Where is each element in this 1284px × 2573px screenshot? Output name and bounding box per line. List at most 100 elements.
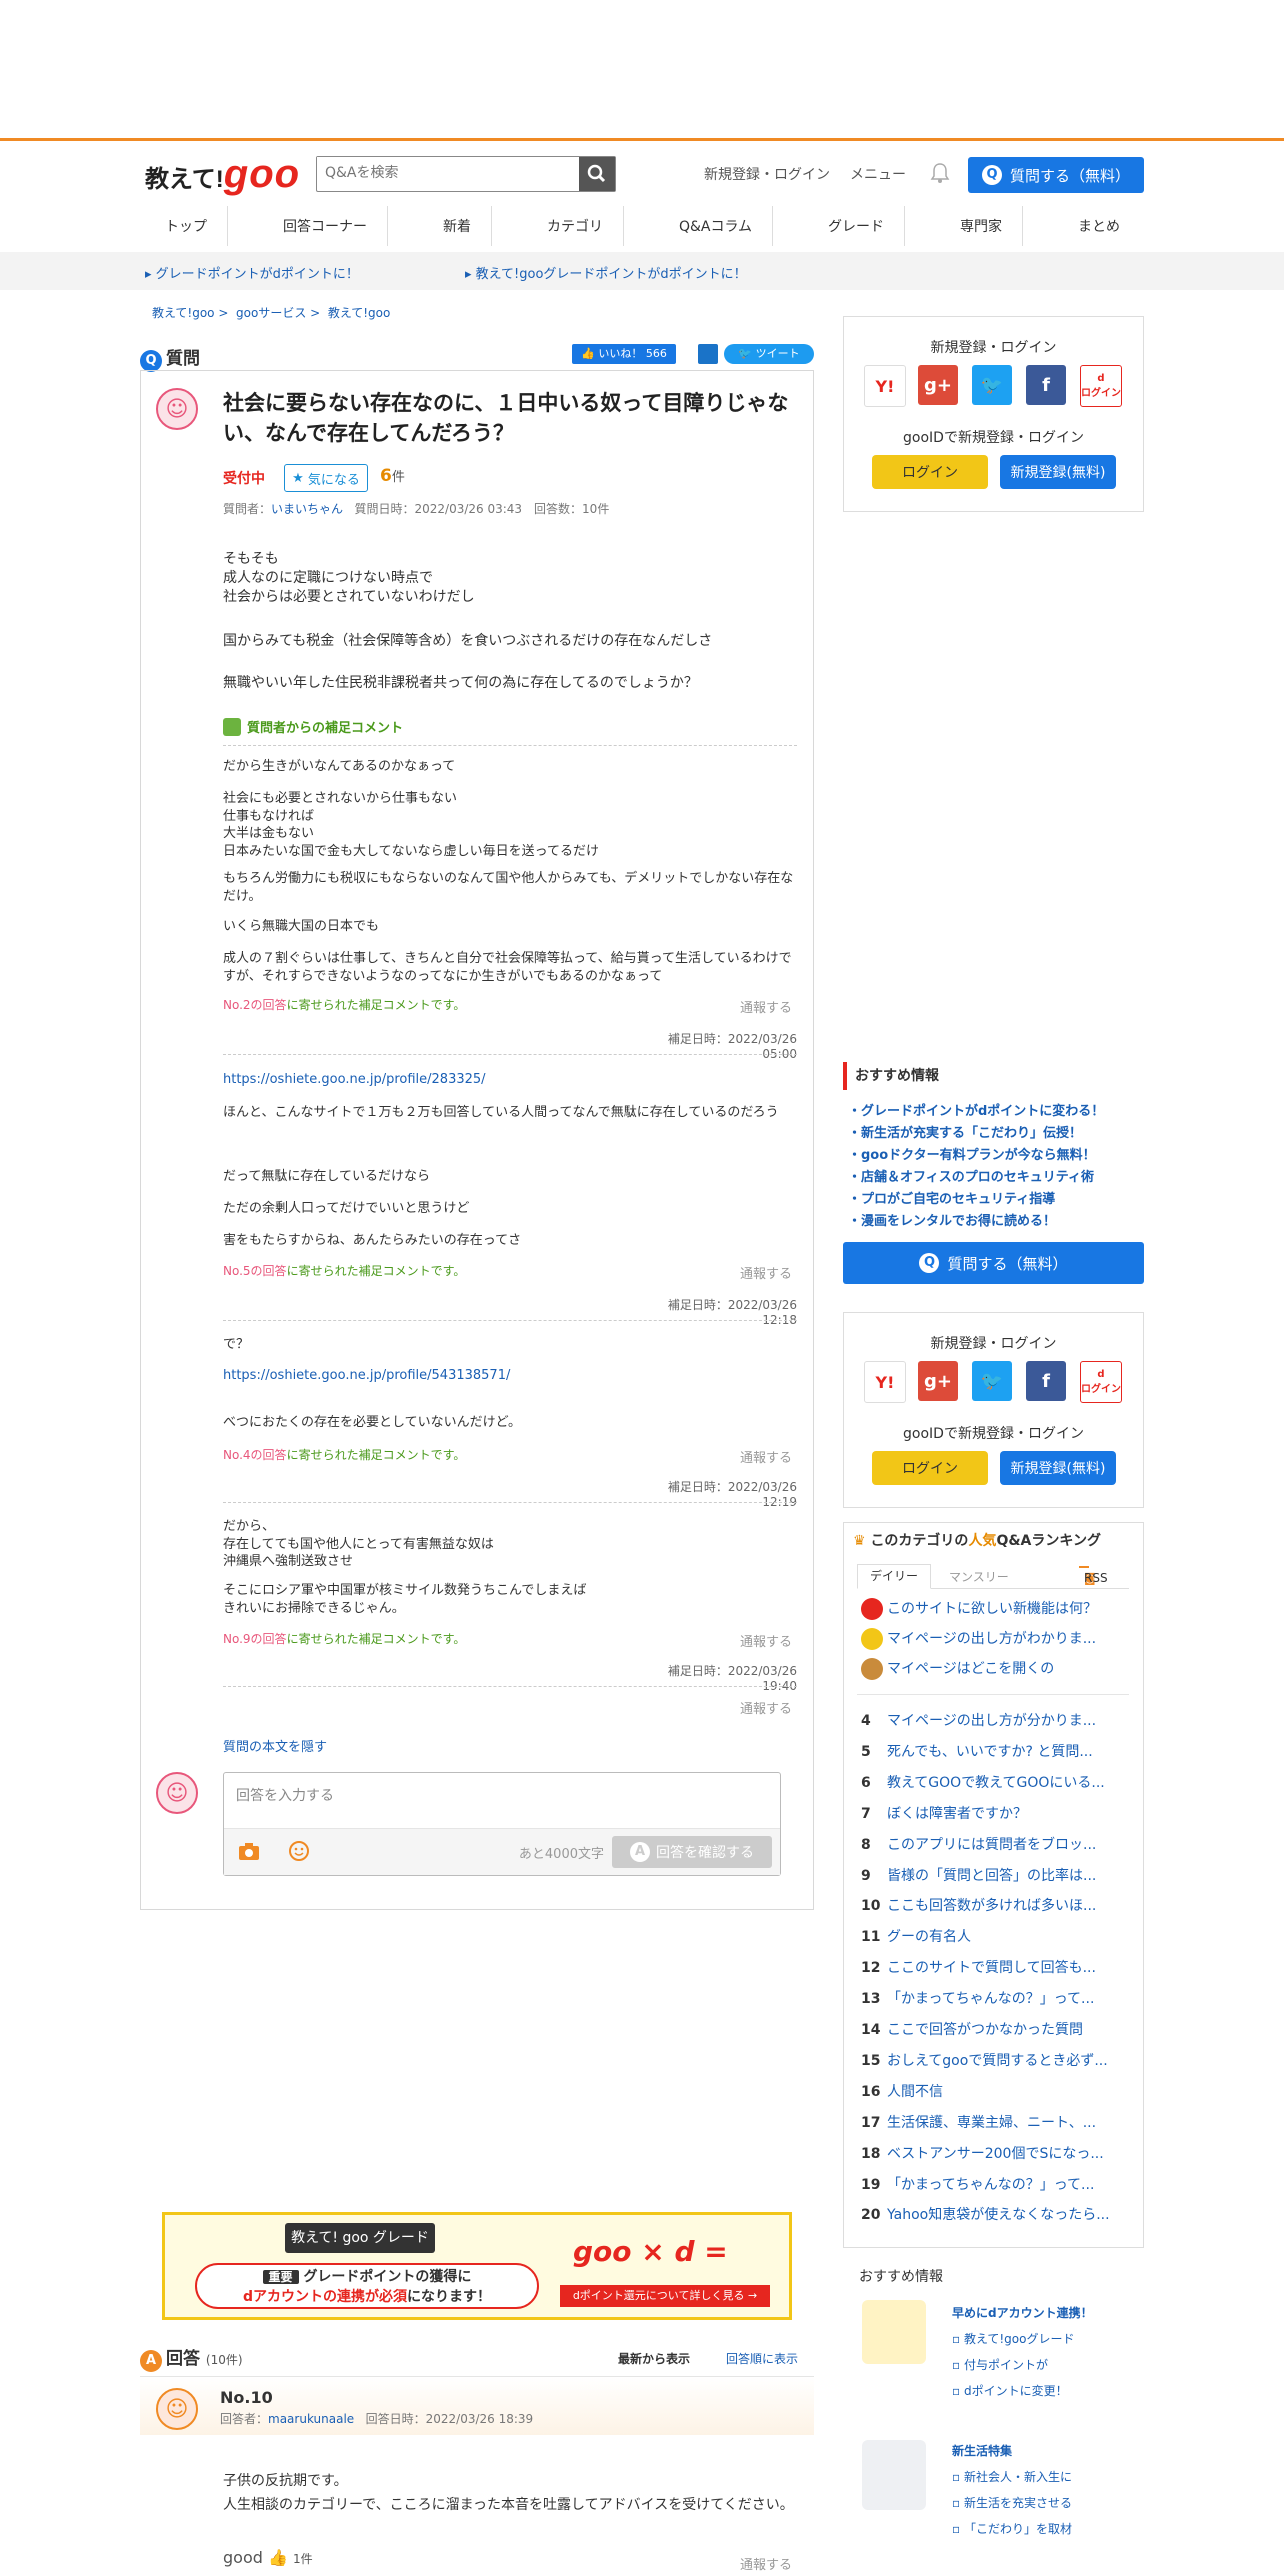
recommend-link[interactable]: ・漫画をレンタルでお得に読める！ [848,1210,1056,1229]
nav-category[interactable]: カテゴリ [527,206,624,246]
ranking-item[interactable]: 4 マイページの出し方が分かりま... [861,1710,1096,1730]
ranking-item[interactable]: 14 ここで回答がつかなかった質問 [861,2019,1083,2039]
bell-icon[interactable] [930,162,950,184]
ranking-item[interactable]: 13 「かまってちゃんなの？」って... [861,1988,1094,2008]
emoji-icon[interactable] [288,1840,310,1862]
ranking-item[interactable]: このサイトに欲しい新機能は何？ [861,1598,1097,1620]
good-button[interactable]: good 👍 1件 [223,2548,313,2567]
menu-link[interactable]: メニュー [850,164,906,184]
ranking-item[interactable]: 12 ここのサイトで質問して回答も... [861,1957,1096,1977]
register-login-link[interactable]: 新規登録・ログイン [704,164,830,184]
report-link[interactable]: 通報する [740,1447,792,1466]
search-input[interactable] [317,157,593,189]
recommend-link[interactable]: ・プロがご自宅のセキュリティ指導 [848,1188,1055,1207]
search-button[interactable] [579,157,615,191]
goo-logo[interactable]: 教えて!goo [145,152,300,197]
answer-ref-link[interactable]: No.9の回答 [223,1632,287,1646]
ranking-item[interactable]: 7 ぼくは障害者ですか？ [861,1803,1027,1823]
report-question-link[interactable]: 通報する [740,1698,792,1717]
answer-ref-link[interactable]: No.4の回答 [223,1448,287,1462]
hide-question-body-link[interactable]: 質問の本文を隠す [223,1736,327,1755]
ranking-item[interactable]: 16 人間不信 [861,2081,943,2101]
breadcrumb-item-oshiete-2[interactable]: 教えて!goo [328,306,391,320]
tab-monthly[interactable]: マンスリー [949,1568,1009,1585]
info-link-oshiete-grade[interactable]: ▸ 教えて!gooグレードポイントがdポイントに！ [465,263,747,282]
ranking-item[interactable]: 20 Yahoo知恵袋が使えなくなったら... [861,2204,1110,2224]
ranking-item[interactable]: 8 このアプリには質問者をブロッ... [861,1834,1096,1854]
nav-answer-corner[interactable]: 回答コーナー [263,206,388,246]
report-link[interactable]: 通報する [740,997,792,1016]
confirm-answer-button[interactable]: A 回答を確認する [612,1836,772,1868]
breadcrumb-item-oshiete[interactable]: 教えて!goo [152,306,215,320]
sort-oldest[interactable]: 回答順に表示 [726,2350,798,2367]
nav-grade[interactable]: グレード [808,206,906,246]
recommend-link[interactable]: ・グレードポイントがdポイントに変わる！ [848,1100,1104,1119]
ranking-item[interactable]: 15 おしえてgooで質問するとき必ず... [861,2050,1108,2070]
report-link[interactable]: 通報する [740,1631,792,1650]
favorite-button[interactable]: ★ 気になる [284,464,368,492]
facebook-like-button[interactable]: 👍 いいね！ 566 [572,344,676,364]
promo-a-item[interactable]: ▫ 付与ポイントが [952,2356,1048,2373]
twitter-login-icon[interactable]: 🐦 [972,1361,1012,1401]
facebook-login-icon[interactable]: f [1026,1361,1066,1401]
d-account-login-icon[interactable]: d ログイン [1080,1361,1122,1403]
new-life-promo-image[interactable] [862,2440,926,2510]
recommend-link[interactable]: ・新生活が充実する「こだわり」伝授！ [848,1122,1082,1141]
answer-ref-link[interactable]: No.5の回答 [223,1264,287,1278]
coin-promo-image[interactable] [862,2300,926,2364]
yahoo-login-icon[interactable]: Y! [864,365,906,407]
ranking-item[interactable]: 6 教えてGOOで教えてGOOにいる... [861,1772,1105,1792]
hatena-bookmark-icon[interactable] [698,344,718,364]
google-login-icon[interactable]: g+ [918,365,958,405]
ask-question-button[interactable]: Q 質問する（無料） [968,157,1144,193]
ranking-item[interactable]: 9 皆様の「質問と回答」の比率は... [861,1865,1096,1885]
recommend-link[interactable]: ・店舗＆オフィスのプロのセキュリティ術 [848,1166,1094,1185]
ranking-item[interactable]: 17 生活保護、専業主婦、ニート、... [861,2112,1096,2132]
answer-report-link[interactable]: 通報する [740,2554,792,2573]
nav-new[interactable]: 新着 [423,206,492,246]
profile-link[interactable]: https://oshiete.goo.ne.jp/profile/543138… [223,1368,510,1383]
login-button[interactable]: ログイン [872,455,988,489]
info-link-grade-dpoint[interactable]: ▸ グレードポイントがdポイントに！ [145,263,359,282]
google-login-icon[interactable]: g+ [918,1361,958,1401]
d-account-login-icon[interactable]: d ログイン [1080,365,1122,407]
grade-dpoint-banner[interactable]: 教えて! goo グレード 重要 グレードポイントの獲得に dアカウントの連携が… [162,2212,792,2320]
ranking-item[interactable]: 19 「かまってちゃんなの？」って... [861,2174,1094,2194]
recommend-link[interactable]: ・gooドクター有料プランが今なら無料！ [848,1144,1096,1163]
ranking-item[interactable]: マイページの出し方がわかりま... [861,1628,1096,1650]
ranking-item[interactable]: マイページはどこを開くの [861,1658,1054,1680]
tweet-button[interactable]: 🐦 ツイート [724,344,814,364]
sort-newest[interactable]: 最新から表示 [618,2350,690,2367]
yahoo-login-icon[interactable]: Y! [864,1361,906,1403]
ranking-item[interactable]: 18 ベストアンサー200個でSになっ... [861,2143,1104,2163]
asker-link[interactable]: いまいちゃん [271,502,343,516]
ranking-item[interactable]: 5 死んでも、いいですか? と質問... [861,1741,1093,1761]
promo-a-title[interactable]: 早めにdアカウント連携！ [952,2304,1093,2321]
camera-icon[interactable] [238,1841,260,1861]
nav-top[interactable]: トップ [145,206,228,246]
nav-matome[interactable]: まとめ [1058,206,1140,246]
rss-button[interactable]: ◙ RSS [1079,1566,1108,1585]
banner-dpoint-link[interactable]: dポイント還元について詳しく見る → [560,2285,770,2307]
answer-ref-link[interactable]: No.2の回答 [223,998,287,1012]
promo-b-item[interactable]: ▫ 新社会人・新入生に [952,2468,1072,2485]
tab-daily[interactable]: デイリー [857,1564,932,1589]
profile-link[interactable]: https://oshiete.goo.ne.jp/profile/283325… [223,1072,486,1087]
sidebar-ask-button[interactable]: Q 質問する（無料） [843,1242,1144,1284]
report-link[interactable]: 通報する [740,1263,792,1282]
promo-a-item[interactable]: ▫ dポイントに変更！ [952,2382,1068,2399]
promo-b-item[interactable]: ▫ 新生活を充実させる [952,2494,1072,2511]
breadcrumb-item-service[interactable]: gooサービス [236,306,306,320]
login-button[interactable]: ログイン [872,1451,988,1485]
nav-qa-column[interactable]: Q&Aコラム [659,206,774,246]
nav-expert[interactable]: 専門家 [940,206,1023,246]
facebook-login-icon[interactable]: f [1026,365,1066,405]
promo-b-item[interactable]: ▫ 「こだわり」を取材 [952,2520,1072,2537]
promo-b-title[interactable]: 新生活特集 [952,2442,1012,2459]
twitter-login-icon[interactable]: 🐦 [972,365,1012,405]
register-button[interactable]: 新規登録(無料) [1000,455,1116,489]
answerer-link[interactable]: maarukunaale [268,2412,354,2426]
register-button[interactable]: 新規登録(無料) [1000,1451,1116,1485]
promo-a-item[interactable]: ▫ 教えて!gooグレード [952,2330,1074,2347]
ranking-item[interactable]: 11 グーの有名人 [861,1926,971,1946]
